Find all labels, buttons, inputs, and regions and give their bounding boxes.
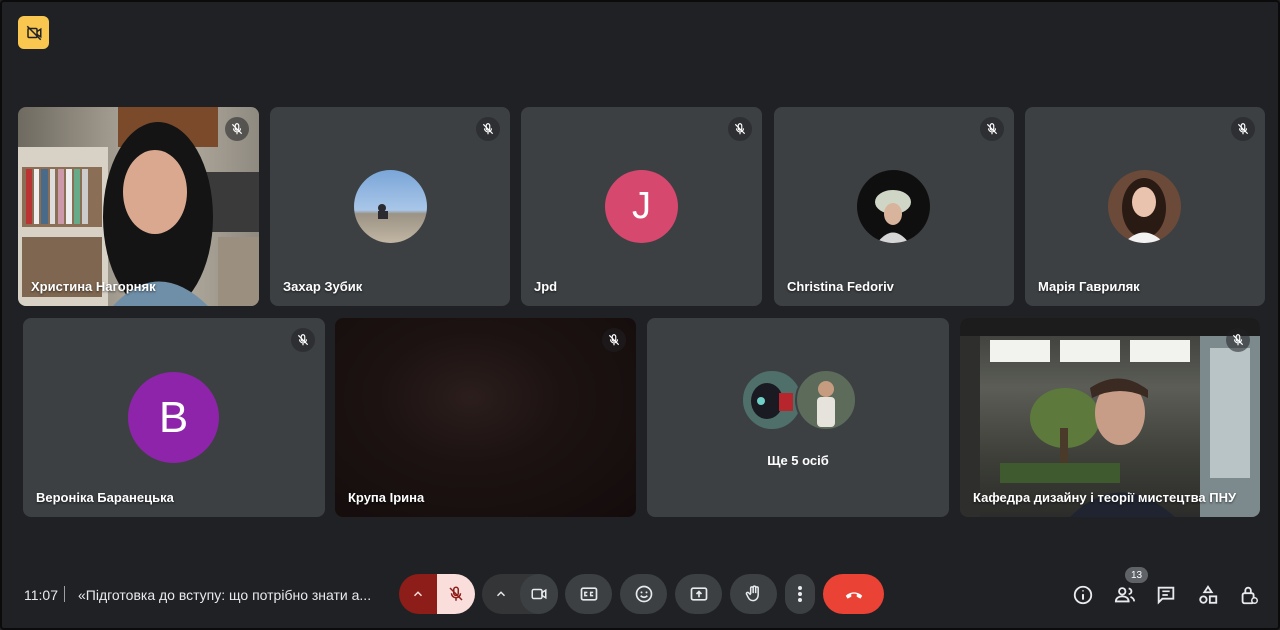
chat-icon	[1157, 586, 1175, 605]
participant-name: Вероніка Баранецька	[36, 490, 174, 505]
meeting-details-button[interactable]	[1071, 583, 1095, 607]
raise-hand-button[interactable]	[730, 574, 777, 614]
mute-indicator	[728, 117, 752, 141]
participant-avatar	[1108, 170, 1181, 243]
recording-icon	[26, 25, 41, 40]
mic-off-icon	[1232, 334, 1244, 346]
participant-name: Марія Гавриляк	[1038, 279, 1140, 294]
participant-avatar	[741, 369, 803, 431]
avatar-letter: B	[158, 392, 189, 442]
emoji-icon	[635, 585, 652, 603]
more-vert-icon	[798, 586, 802, 602]
participant-tile[interactable]: B Вероніка Баранецька	[23, 318, 325, 517]
mic-off-icon	[986, 123, 998, 135]
mic-options-button[interactable]	[399, 574, 437, 614]
participant-name: Захар Зубик	[283, 279, 363, 294]
mute-indicator	[980, 117, 1004, 141]
recording-indicator[interactable]	[18, 16, 49, 49]
end-call-icon	[845, 592, 862, 599]
activities-icon	[1199, 585, 1218, 604]
info-icon	[1073, 585, 1093, 605]
avatar-photo	[817, 381, 835, 427]
mic-off-icon	[608, 334, 620, 346]
participant-tile[interactable]: Крупа Ірина	[335, 318, 636, 517]
activities-button[interactable]	[1196, 583, 1220, 607]
participant-avatar: J	[605, 170, 678, 243]
mute-indicator	[476, 117, 500, 141]
window-frame	[0, 0, 1280, 630]
participant-name: Крупа Ірина	[348, 490, 425, 505]
participant-video	[18, 107, 259, 306]
mic-off-icon	[231, 123, 243, 135]
mute-indicator	[1226, 328, 1250, 352]
mute-indicator	[225, 117, 249, 141]
avatar-photo	[1122, 178, 1166, 243]
reactions-button[interactable]	[620, 574, 667, 614]
participant-name: Christina Fedoriv	[787, 279, 894, 294]
call-toolbar: 11:07 «Підготовка до вступу: що потрібно…	[0, 570, 1280, 620]
participant-tile[interactable]: J Jpd	[521, 107, 762, 306]
mute-indicator	[291, 328, 315, 352]
others-count-label: Ще 5 осіб	[767, 453, 829, 468]
host-controls-icon	[1241, 586, 1258, 605]
mute-indicator	[602, 328, 626, 352]
people-icon	[1114, 587, 1136, 603]
leave-call-button[interactable]	[823, 574, 884, 614]
camera-group	[482, 574, 558, 614]
participant-avatar	[795, 369, 857, 431]
avatar-photo	[875, 190, 911, 243]
captions-button[interactable]	[565, 574, 612, 614]
chevron-up-icon	[496, 591, 506, 597]
mic-off-icon	[1237, 123, 1249, 135]
meeting-time: 11:07	[24, 587, 58, 603]
chat-button[interactable]	[1154, 583, 1178, 607]
participant-name: Христина Нагорняк	[31, 279, 156, 294]
camera-toggle-button[interactable]	[520, 574, 558, 614]
participant-tile[interactable]: Марія Гавриляк	[1025, 107, 1265, 306]
host-controls-button[interactable]	[1237, 583, 1261, 607]
mute-indicator	[1231, 117, 1255, 141]
participant-tile-others[interactable]: Ще 5 осіб	[647, 318, 949, 517]
participant-name: Кафедра дизайну і теорії мистецтва ПНУ	[973, 490, 1237, 505]
participant-avatar: B	[128, 372, 219, 463]
participant-tile[interactable]: Кафедра дизайну і теорії мистецтва ПНУ	[960, 318, 1260, 517]
mic-group	[399, 574, 475, 614]
camera-options-button[interactable]	[482, 574, 520, 614]
participant-tile[interactable]: Христина Нагорняк	[18, 107, 259, 306]
raise-hand-icon	[745, 585, 759, 602]
separator	[64, 586, 65, 602]
avatar-photo	[751, 383, 793, 419]
participant-tile[interactable]: Захар Зубик	[270, 107, 510, 306]
people-button[interactable]	[1113, 583, 1137, 607]
participant-name: Jpd	[534, 279, 558, 294]
participant-avatar	[857, 170, 930, 243]
participant-tile[interactable]: Christina Fedoriv	[774, 107, 1014, 306]
camera-icon	[531, 588, 547, 600]
avatar-photo	[378, 204, 388, 219]
mic-off-icon	[449, 586, 463, 601]
avatar-letter: J	[632, 185, 651, 227]
participant-video	[960, 318, 1260, 517]
mic-toggle-button[interactable]	[437, 574, 475, 614]
present-icon	[690, 587, 707, 601]
captions-icon	[580, 587, 597, 601]
present-button[interactable]	[675, 574, 722, 614]
meeting-title: «Підготовка до вступу: що потрібно знати…	[78, 587, 372, 603]
chevron-up-icon	[413, 591, 423, 597]
people-count-badge: 13	[1125, 567, 1148, 583]
more-options-button[interactable]	[785, 574, 815, 614]
mic-off-icon	[734, 123, 746, 135]
participant-avatar	[354, 170, 427, 243]
mic-off-icon	[297, 334, 309, 346]
mic-off-icon	[482, 123, 494, 135]
